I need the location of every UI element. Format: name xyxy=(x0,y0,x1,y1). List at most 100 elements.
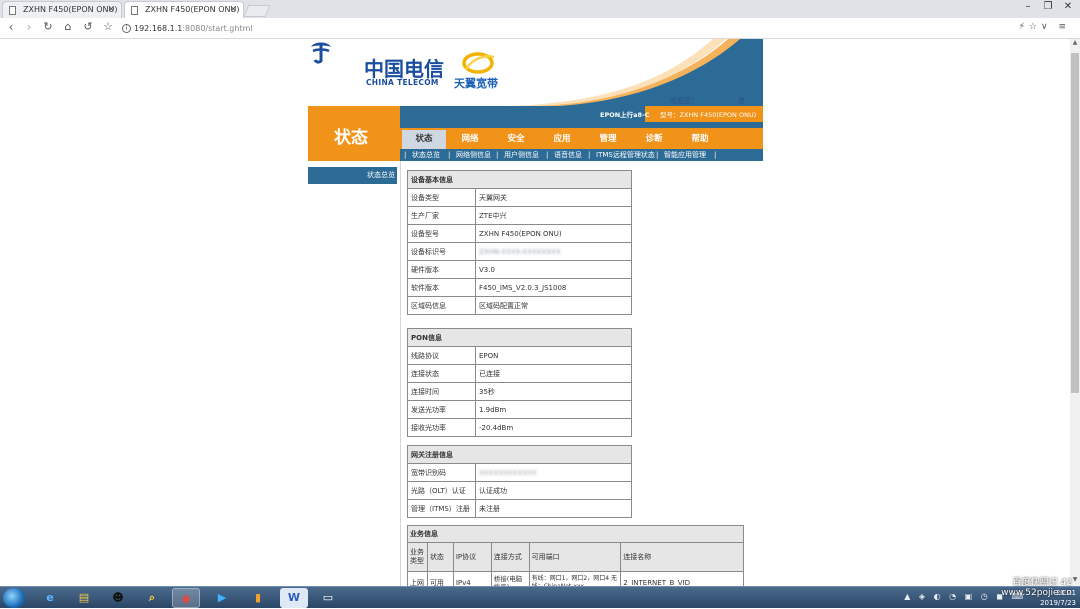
row-label: 设备型号 xyxy=(407,224,476,243)
chrome-icon[interactable]: ◉ xyxy=(172,588,200,608)
address-bar[interactable]: i 192.168.1.1:8080/start.ghtml xyxy=(120,21,1000,36)
row-value: EPON xyxy=(475,346,632,365)
col-header: IP协议 xyxy=(452,542,492,572)
table-row: 软件版本 F450_IMS_V2.0.3_JS1008 xyxy=(407,278,632,297)
word-icon[interactable]: W xyxy=(280,588,308,608)
ie-icon[interactable]: e xyxy=(36,588,64,608)
logout-link[interactable]: 退出 xyxy=(738,96,745,106)
subnav-user-info[interactable]: 用户侧信息 xyxy=(504,149,539,161)
new-tab-button[interactable] xyxy=(243,5,271,17)
taskbar: e ▤ ☻ ⌕ ◉ ▶ ▮ W ▭ ▲ ◈ ◐ ◔ ▣ ◷ ◼ ⌨ 20:21 … xyxy=(0,586,1080,608)
watermark: 百度快照记 42 www.52pojie.cn xyxy=(1001,578,1072,598)
table-row: 光路（OLT）认证 认证成功 xyxy=(407,481,632,500)
row-value-blurred: ZXHN-XXXX-XXXXXXXX xyxy=(475,242,632,261)
back-icon[interactable]: ‹ xyxy=(3,20,19,34)
restore-icon[interactable]: ❐ xyxy=(1038,1,1058,12)
model-text: 型号：ZXHN F450(EPON ONU) xyxy=(660,111,757,119)
subnav-itms-status[interactable]: ITMS远程管理状态 xyxy=(596,149,655,161)
row-value: 区域码配置正常 xyxy=(475,296,632,315)
row-label: 区域码信息 xyxy=(407,296,476,315)
table-title: PON信息 xyxy=(407,328,632,347)
info-icon[interactable]: i xyxy=(122,24,131,33)
start-button[interactable] xyxy=(3,588,25,608)
watermark-line-2: www.52pojie.cn xyxy=(1001,588,1072,598)
row-label: 设备标识号 xyxy=(407,242,476,261)
nav-strip xyxy=(400,122,763,128)
row-value: 1.9dBm xyxy=(475,400,632,419)
home-icon[interactable]: ⌂ xyxy=(60,20,76,33)
tianyi-logo-icon xyxy=(462,52,495,74)
search-icon[interactable]: ⌕ xyxy=(138,588,166,608)
undo-icon[interactable]: ↺ xyxy=(80,20,96,33)
table-row: 连接时间 35秒 xyxy=(407,382,632,401)
scrollbar-thumb[interactable] xyxy=(1071,53,1079,393)
subnav-overview[interactable]: 状态总览 xyxy=(412,149,440,161)
tab-strip: ZXHN F450(EPON ONU) ✕ ZXHN F450(EPON ONU… xyxy=(0,0,1080,18)
app-icon[interactable]: ▮ xyxy=(244,588,272,608)
bookmark-star-icon[interactable]: ☆ xyxy=(100,20,116,33)
vertical-scrollbar[interactable]: ▲ ▼ xyxy=(1070,39,1080,586)
row-value: F450_IMS_V2.0.3_JS1008 xyxy=(475,278,632,297)
document-icon xyxy=(131,6,138,15)
sidebar-area xyxy=(308,184,397,586)
header-banner: 中国电信 CHINA TELECOM 天翼宽带 欢迎您！ 退出 xyxy=(308,39,763,106)
cell: 可用 xyxy=(426,571,454,586)
table-row: 设备类型 天翼网关 xyxy=(407,188,632,207)
tab-network[interactable]: 网络 xyxy=(448,130,492,149)
table-title: 网关注册信息 xyxy=(407,445,632,464)
close-tab-icon[interactable]: ✕ xyxy=(107,2,115,18)
scroll-down-icon[interactable]: ▼ xyxy=(1071,576,1079,586)
minimize-icon[interactable]: – xyxy=(1018,1,1038,12)
content-area: 设备基本信息 设备类型 天翼网关 生产厂家 ZTE中兴 设备型号 ZXHN F450(… xyxy=(400,161,763,586)
forward-icon[interactable]: › xyxy=(21,20,37,34)
clock-date: 2019/7/23 xyxy=(1040,599,1076,607)
subnav-smart-apps[interactable]: 智能应用管理 xyxy=(664,149,706,161)
browser-toolbar: ‹ › ↻ ⌂ ↺ ☆ i 192.168.1.1:8080/start.ght… xyxy=(0,18,1080,39)
explorer-icon[interactable]: ▤ xyxy=(70,588,98,608)
china-telecom-logo-icon xyxy=(311,42,331,64)
tab-management[interactable]: 管理 xyxy=(586,130,630,149)
row-label: 硬件版本 xyxy=(407,260,476,279)
scroll-up-icon[interactable]: ▲ xyxy=(1071,39,1079,49)
media-icon[interactable]: ▶ xyxy=(208,588,236,608)
table-row: 上网 可用 IPv4 桥接(电脑拨号) 有线：网口1，网口2，网口4 无线：Ch… xyxy=(407,571,744,586)
table-row: 设备标识号 ZXHN-XXXX-XXXXXXXX xyxy=(407,242,632,261)
service-info-table: 业务信息 业务类型 状态 IP协议 连接方式 可用端口 连接名称 上网 可用 I… xyxy=(407,525,744,586)
sidebar-item-overview[interactable]: 状态总览 xyxy=(367,170,395,180)
table-row: 生产厂家 ZTE中兴 xyxy=(407,206,632,225)
cell: 2_INTERNET_B_VID_ xyxy=(620,571,744,586)
extensions-area[interactable]: ⚡☆∨ ≡ xyxy=(1019,22,1070,32)
subnav-voice-info[interactable]: 语音信息 xyxy=(554,149,582,161)
url-path: :8080/start.ghtml xyxy=(182,24,253,33)
browser-tab-2[interactable]: ZXHN F450(EPON ONU) ✕ xyxy=(124,1,244,18)
pon-info-table: PON信息 线路协议 EPON 连接状态 已连接 连接时间 35秒 发送光功率 1.9d… xyxy=(407,328,632,437)
row-label: 光路（OLT）认证 xyxy=(407,481,476,500)
tab-status[interactable]: 状态 xyxy=(402,130,446,149)
tab-security[interactable]: 安全 xyxy=(494,130,538,149)
top-links: 欢迎您！ 退出 xyxy=(670,96,745,106)
table-row: 区域码信息 区域码配置正常 xyxy=(407,296,632,315)
row-label: 设备类型 xyxy=(407,188,476,207)
close-tab-icon[interactable]: ✕ xyxy=(229,2,237,18)
page-title: 状态 xyxy=(334,128,368,148)
row-value: 已连接 xyxy=(475,364,632,383)
table-row: 线路协议 EPON xyxy=(407,346,632,365)
browser-tab-1[interactable]: ZXHN F450(EPON ONU) ✕ xyxy=(2,1,122,18)
row-value: ZXHN F450(EPON ONU) xyxy=(475,224,632,243)
cell: IPv4 xyxy=(452,571,492,586)
row-value: 天翼网关 xyxy=(475,188,632,207)
row-value-blurred: XXXXXXXXXXXX xyxy=(475,463,632,482)
epon-status-text: EPON上行a8-C xyxy=(600,111,650,119)
row-label: 接收光功率 xyxy=(407,418,476,437)
reload-icon[interactable]: ↻ xyxy=(40,20,56,33)
subnav-network-info[interactable]: 网络侧信息 xyxy=(456,149,491,161)
tab-application[interactable]: 应用 xyxy=(540,130,584,149)
qq-icon[interactable]: ☻ xyxy=(104,588,132,608)
table-row: 宽带识别码 XXXXXXXXXXXX xyxy=(407,463,632,482)
window-icon[interactable]: ▭ xyxy=(314,588,342,608)
tab-help[interactable]: 帮助 xyxy=(678,130,722,149)
sidebar: 状态总览 xyxy=(308,167,397,184)
tab-diagnostics[interactable]: 诊断 xyxy=(632,130,676,149)
table-row: 设备型号 ZXHN F450(EPON ONU) xyxy=(407,224,632,243)
close-window-icon[interactable]: ✕ xyxy=(1058,1,1078,12)
